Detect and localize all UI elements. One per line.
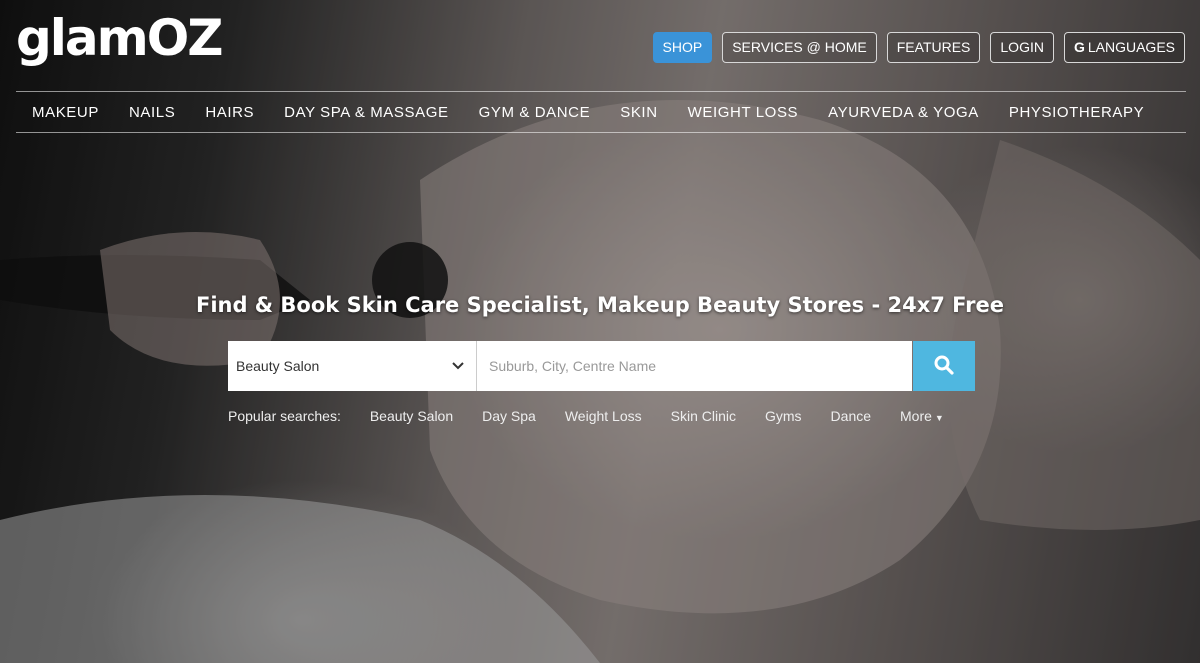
- more-label: More: [900, 408, 932, 424]
- category-select-value: Beauty Salon: [236, 358, 320, 374]
- top-nav: SHOP SERVICES @ HOME FEATURES LOGIN G LA…: [652, 32, 1185, 63]
- category-physiotherapy[interactable]: PHYSIOTHERAPY: [994, 104, 1159, 121]
- category-nails[interactable]: NAILS: [114, 104, 190, 121]
- more-dropdown[interactable]: More ▼: [900, 408, 944, 424]
- hero-title: Find & Book Skin Care Specialist, Makeup…: [195, 293, 1005, 317]
- category-select[interactable]: Beauty Salon: [228, 341, 477, 391]
- shop-button[interactable]: SHOP: [652, 32, 713, 63]
- category-gym-dance[interactable]: GYM & DANCE: [464, 104, 606, 121]
- category-nav: MAKEUP NAILS HAIRS DAY SPA & MASSAGE GYM…: [16, 91, 1186, 133]
- search-bar: Beauty Salon: [228, 341, 975, 391]
- login-button[interactable]: LOGIN: [990, 32, 1054, 63]
- category-day-spa-massage[interactable]: DAY SPA & MASSAGE: [269, 104, 463, 121]
- services-at-home-button[interactable]: SERVICES @ HOME: [722, 32, 877, 63]
- languages-label: LANGUAGES: [1087, 39, 1175, 55]
- category-skin[interactable]: SKIN: [605, 104, 672, 121]
- popular-link-skin-clinic[interactable]: Skin Clinic: [671, 408, 736, 424]
- popular-searches: Popular searches: Beauty Salon Day Spa W…: [228, 408, 944, 424]
- popular-link-gyms[interactable]: Gyms: [765, 408, 802, 424]
- category-hairs[interactable]: HAIRS: [190, 104, 269, 121]
- popular-searches-label: Popular searches:: [228, 408, 341, 424]
- languages-button[interactable]: G LANGUAGES: [1063, 32, 1185, 63]
- search-icon: [934, 355, 954, 378]
- category-ayurveda-yoga[interactable]: AYURVEDA & YOGA: [813, 104, 994, 121]
- popular-link-weight-loss[interactable]: Weight Loss: [565, 408, 642, 424]
- logo[interactable]: glamOZ: [16, 8, 224, 68]
- popular-link-beauty-salon[interactable]: Beauty Salon: [370, 408, 453, 424]
- chevron-down-icon: [452, 359, 464, 373]
- popular-link-dance[interactable]: Dance: [831, 408, 871, 424]
- category-makeup[interactable]: MAKEUP: [16, 104, 114, 121]
- popular-link-day-spa[interactable]: Day Spa: [482, 408, 536, 424]
- caret-down-icon: ▼: [934, 413, 944, 423]
- google-g-icon: G: [1073, 39, 1085, 55]
- location-input[interactable]: [477, 341, 912, 391]
- category-weight-loss[interactable]: WEIGHT LOSS: [673, 104, 814, 121]
- search-button[interactable]: [913, 341, 975, 391]
- features-button[interactable]: FEATURES: [886, 32, 981, 63]
